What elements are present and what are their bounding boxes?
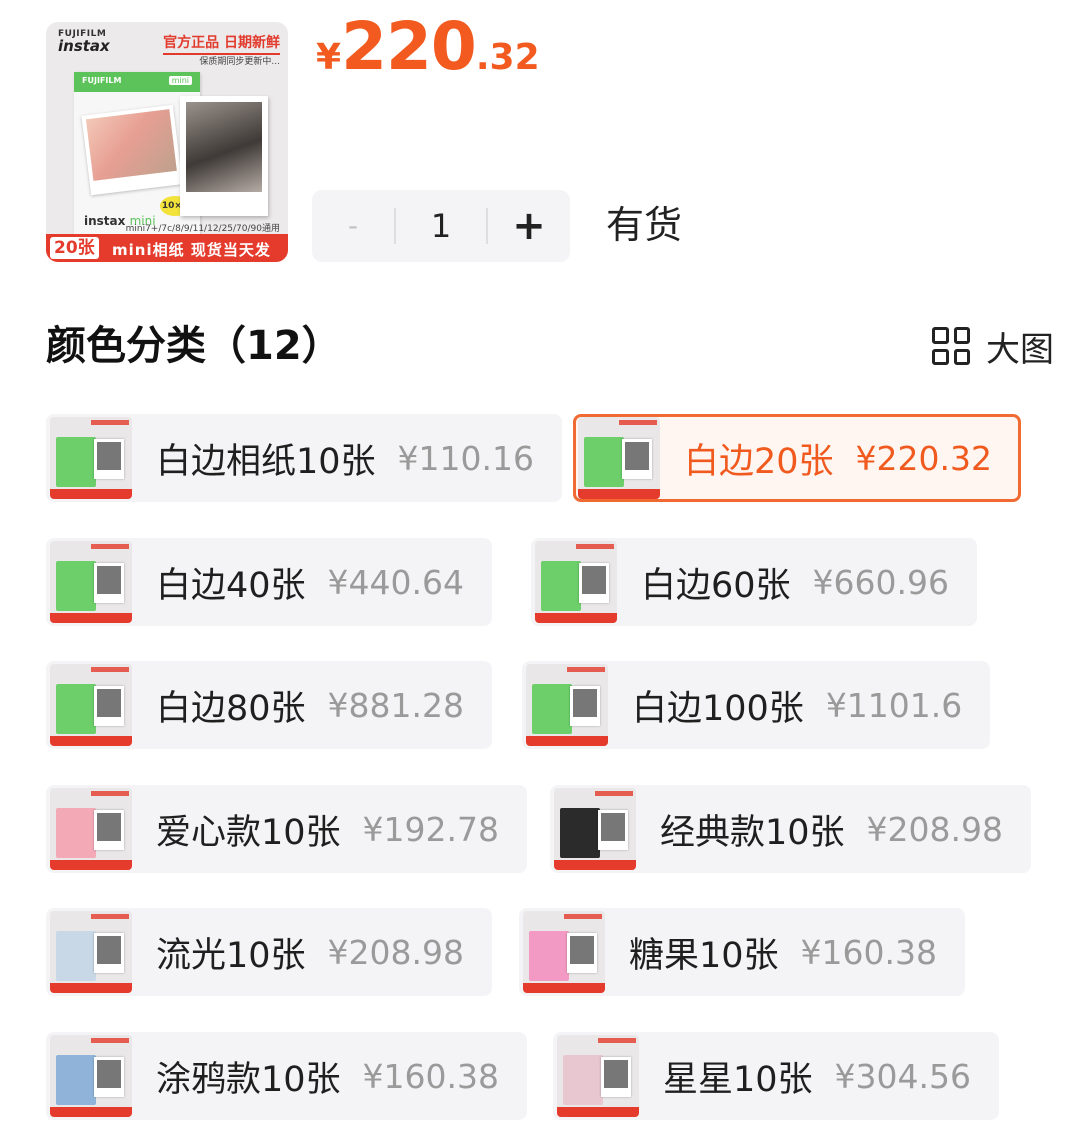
- sku-thumbnail: [578, 417, 660, 499]
- sku-option[interactable]: 经典款10张 ¥208.98: [550, 785, 1032, 873]
- sku-price: ¥440.64: [327, 562, 465, 602]
- sku-option[interactable]: 白边相纸10张 ¥110.16: [46, 414, 563, 502]
- sku-thumbnail: [557, 1035, 639, 1117]
- promo-count: 20张: [50, 237, 99, 259]
- sku-thumbnail: [50, 1035, 132, 1117]
- price: ¥220.32: [316, 8, 540, 85]
- box-band: FUJIFILM mini: [74, 72, 200, 92]
- sku-option[interactable]: 白边20张 ¥220.32: [573, 414, 1022, 502]
- quantity-stepper: - 1 +: [312, 190, 570, 262]
- increase-button[interactable]: +: [488, 190, 570, 262]
- sku-option[interactable]: 爱心款10张 ¥192.78: [46, 785, 528, 873]
- sku-thumbnail: [554, 788, 636, 870]
- sku-option[interactable]: 白边80张 ¥881.28: [46, 661, 493, 749]
- grid-icon: [932, 327, 970, 365]
- quantity-value[interactable]: 1: [396, 190, 486, 262]
- promo-text: mini相纸 现货当天发: [112, 241, 271, 259]
- stock-status: 有货: [606, 203, 683, 247]
- sku-name: 白边80张: [156, 688, 306, 729]
- instant-photo-graphic: [180, 96, 268, 216]
- sku-price: ¥881.28: [327, 685, 465, 725]
- sku-thumbnail: [523, 911, 605, 993]
- sku-thumbnail: [50, 664, 132, 746]
- sku-name: 流光10张: [156, 935, 306, 976]
- sku-thumbnail: [535, 541, 617, 623]
- sku-thumbnail: [526, 664, 608, 746]
- sku-name: 白边100张: [632, 688, 804, 729]
- sku-thumbnail: [50, 911, 132, 993]
- sku-price: ¥660.96: [812, 562, 950, 602]
- sku-thumbnail: [50, 541, 132, 623]
- sku-price: ¥1101.6: [825, 685, 963, 725]
- sku-name: 星星10张: [663, 1059, 813, 1100]
- box-band-text: FUJIFILM: [82, 76, 122, 85]
- sku-price: ¥208.98: [327, 932, 465, 972]
- promo-bar: 20张 mini相纸 现货当天发: [46, 234, 288, 262]
- product-main-image[interactable]: FUJIFILM instax 官方正品 日期新鲜 保质期同步更新中... FU…: [46, 22, 288, 262]
- decrease-button[interactable]: -: [312, 190, 394, 262]
- price-symbol: ¥: [316, 37, 342, 78]
- sku-price: ¥110.16: [397, 438, 535, 478]
- large-view-toggle[interactable]: 大图: [932, 322, 1054, 370]
- sku-name: 经典款10张: [660, 812, 845, 853]
- badge-subtext: 保质期同步更新中...: [199, 57, 280, 67]
- sku-name: 白边60张: [641, 565, 791, 606]
- sku-option[interactable]: 白边60张 ¥660.96: [531, 538, 978, 626]
- sku-name: 糖果10张: [629, 935, 779, 976]
- sku-price: ¥160.38: [362, 1056, 500, 1096]
- sku-option[interactable]: 流光10张 ¥208.98: [46, 908, 493, 996]
- sku-name: 白边相纸10张: [156, 441, 376, 482]
- sku-name: 白边20张: [684, 441, 834, 482]
- sku-thumbnail: [50, 417, 132, 499]
- sku-option[interactable]: 白边40张 ¥440.64: [46, 538, 493, 626]
- sku-option[interactable]: 星星10张 ¥304.56: [553, 1032, 1000, 1120]
- price-decimal: .32: [475, 37, 540, 78]
- sku-name: 白边40张: [156, 565, 306, 606]
- sku-price: ¥304.56: [834, 1056, 972, 1096]
- section-title: 颜色分类（12）: [46, 323, 342, 369]
- sku-name: 爱心款10张: [156, 812, 341, 853]
- price-integer: 220: [341, 8, 477, 85]
- sku-price: ¥160.38: [800, 932, 938, 972]
- large-view-label: 大图: [986, 329, 1054, 370]
- brand-line2: instax: [58, 37, 110, 56]
- sku-price: ¥208.98: [866, 809, 1004, 849]
- sku-thumbnail: [50, 788, 132, 870]
- sku-name: 涂鸦款10张: [156, 1059, 341, 1100]
- box-band-tag: mini: [168, 76, 192, 85]
- sku-option[interactable]: 涂鸦款10张 ¥160.38: [46, 1032, 528, 1120]
- sku-price: ¥192.78: [362, 809, 500, 849]
- brand-logo: FUJIFILM instax: [58, 29, 110, 56]
- compatibility-text: mini7+/7c/8/9/11/12/25/70/90通用: [125, 224, 280, 234]
- sku-option[interactable]: 糖果10张 ¥160.38: [519, 908, 966, 996]
- sku-option[interactable]: 白边100张 ¥1101.6: [522, 661, 991, 749]
- sku-price: ¥220.32: [855, 438, 993, 478]
- box-photo: [81, 104, 183, 196]
- authentic-badge: 官方正品 日期新鲜: [163, 32, 280, 55]
- box-label-brand: instax: [84, 214, 126, 228]
